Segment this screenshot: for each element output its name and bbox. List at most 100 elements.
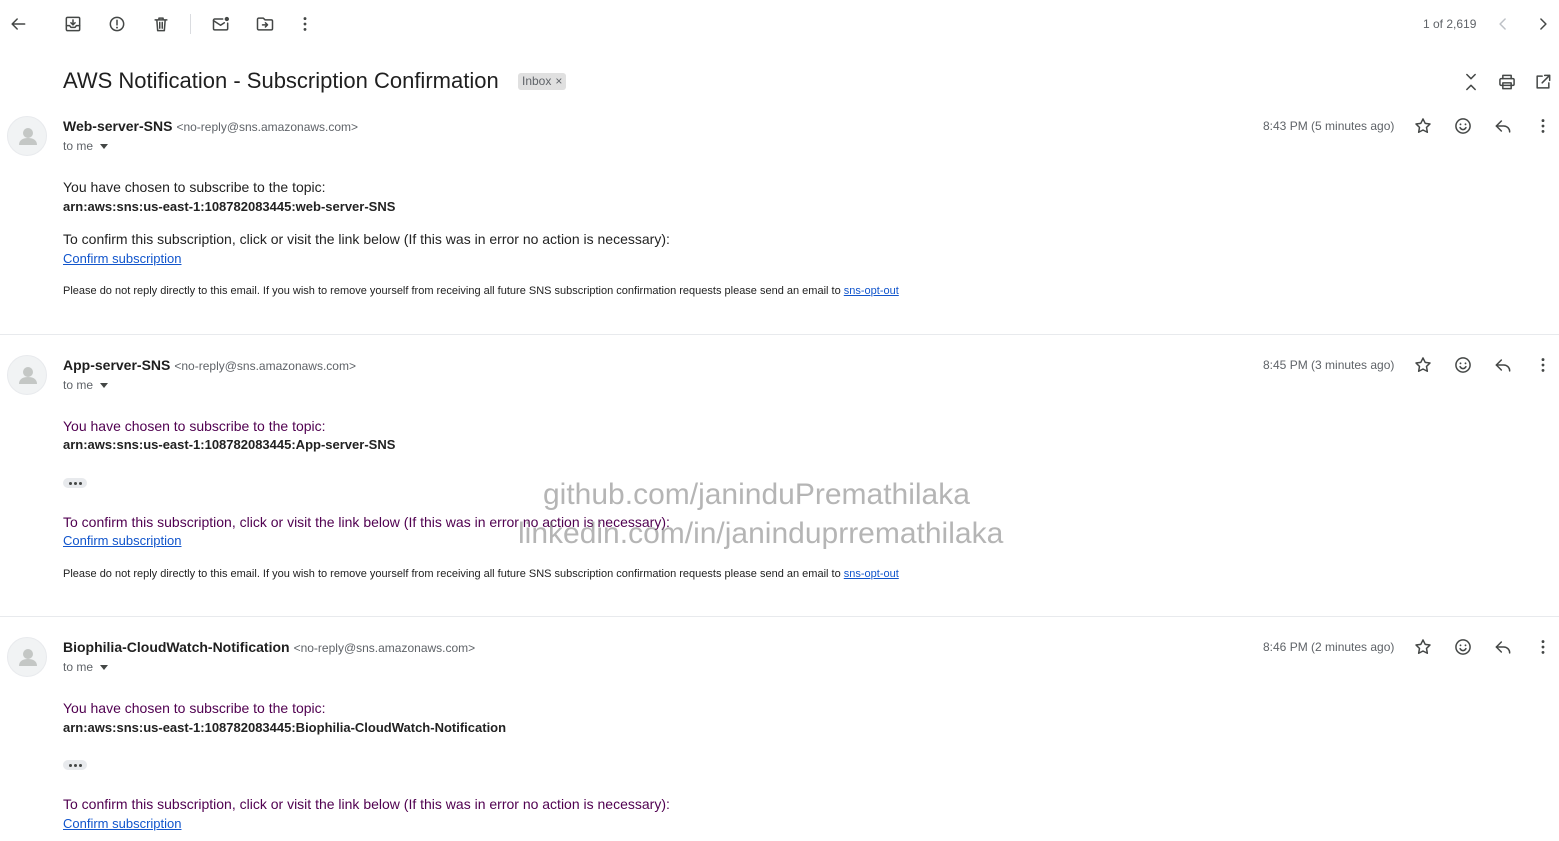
watermark-github: github.com/janinduPremathilaka (543, 478, 970, 511)
recipient-text: to me (63, 378, 94, 392)
move-to-icon (256, 17, 274, 31)
opt-out-link[interactable]: sns-opt-out (844, 285, 899, 297)
star-button[interactable] (1411, 353, 1435, 377)
caret-down-icon (100, 665, 109, 670)
emoji-reaction-button[interactable] (1451, 353, 1475, 377)
message-more-button[interactable] (1531, 114, 1555, 138)
sender-email: <no-reply@sns.amazonaws.com> (174, 359, 356, 373)
mark-unread-button[interactable] (209, 12, 233, 36)
more-vert-icon (1541, 119, 1545, 133)
dot (68, 763, 72, 767)
reply-button[interactable] (1491, 114, 1515, 138)
recipient-details-toggle[interactable]: to me (63, 378, 109, 392)
dot (68, 481, 72, 485)
newer-button[interactable] (1491, 12, 1515, 36)
print-icon (1499, 74, 1515, 90)
topic-arn: arn:aws:sns:us-east-1:108782083445:App-s… (63, 437, 396, 452)
chevron-right-icon (1540, 18, 1547, 30)
toolbar-divider (190, 14, 191, 34)
older-button[interactable] (1531, 12, 1555, 36)
open-new-window-icon (1536, 74, 1551, 89)
star-icon (1415, 118, 1431, 133)
print-button[interactable] (1495, 70, 1519, 94)
collapse-all-icon (1466, 73, 1476, 91)
dot (78, 763, 82, 767)
reply-button[interactable] (1491, 635, 1515, 659)
caret-down-icon (100, 144, 109, 149)
confirm-subscription-link[interactable]: Confirm subscription (63, 816, 182, 831)
message-timestamp: 8:46 PM (2 minutes ago) (1263, 640, 1395, 654)
emoji-reaction-button[interactable] (1451, 635, 1475, 659)
star-button[interactable] (1411, 114, 1435, 138)
back-button[interactable] (6, 12, 30, 36)
more-vert-icon (1541, 358, 1545, 372)
recipient-details-toggle[interactable]: to me (63, 139, 109, 153)
body-line: To confirm this subscription, click or v… (63, 796, 670, 812)
body-line: To confirm this subscription, click or v… (63, 231, 670, 247)
reply-icon (1495, 120, 1511, 133)
sender-name[interactable]: Biophilia-CloudWatch-Notification (63, 639, 290, 655)
collapse-all-button[interactable] (1459, 70, 1483, 94)
topic-arn: arn:aws:sns:us-east-1:108782083445:web-s… (63, 199, 396, 214)
sender-line: App-server-SNS <no-reply@sns.amazonaws.co… (63, 357, 356, 375)
message-more-button[interactable] (1531, 353, 1555, 377)
message-timestamp: 8:45 PM (3 minutes ago) (1263, 358, 1395, 372)
sender-email: <no-reply@sns.amazonaws.com> (293, 641, 476, 655)
inbox-label-chip[interactable]: Inbox × (518, 73, 567, 90)
sender-avatar[interactable] (7, 116, 47, 156)
footer-note: Please do not reply directly to this ema… (63, 285, 899, 297)
reply-icon (1495, 359, 1511, 372)
more-options-button[interactable] (293, 12, 317, 36)
reply-button[interactable] (1491, 353, 1515, 377)
body-line: You have chosen to subscribe to the topi… (63, 179, 326, 195)
message-separator (0, 334, 1559, 335)
body-line: You have chosen to subscribe to the topi… (63, 700, 326, 716)
emoji-reaction-button[interactable] (1451, 114, 1475, 138)
person-icon (19, 128, 37, 145)
sender-line: Biophilia-CloudWatch-Notification <no-rep… (63, 639, 475, 657)
mark-unread-icon (212, 16, 229, 31)
trash-icon (154, 17, 168, 32)
label-text: Inbox (522, 74, 552, 88)
archive-button[interactable] (61, 12, 85, 36)
sender-name[interactable]: Web-server-SNS (63, 118, 172, 134)
show-trimmed-content-button[interactable] (63, 760, 87, 770)
move-to-button[interactable] (253, 12, 277, 36)
emoji-icon (1455, 357, 1471, 373)
report-spam-button[interactable] (105, 12, 129, 36)
archive-icon (65, 16, 81, 32)
caret-down-icon (100, 383, 109, 388)
recipient-details-toggle[interactable]: to me (63, 660, 109, 674)
message-more-button[interactable] (1531, 635, 1555, 659)
sender-avatar[interactable] (7, 355, 47, 395)
recipient-text: to me (63, 139, 94, 153)
sender-email: <no-reply@sns.amazonaws.com> (176, 120, 359, 134)
footer-text: Please do not reply directly to this ema… (63, 568, 841, 580)
remove-label-icon[interactable]: × (555, 74, 562, 88)
emoji-icon (1455, 118, 1471, 134)
open-new-window-button[interactable] (1531, 70, 1555, 94)
person-icon (19, 649, 37, 666)
body-line: You have chosen to subscribe to the topi… (63, 418, 326, 434)
sender-avatar[interactable] (7, 637, 47, 677)
chevron-left-icon (1499, 18, 1506, 30)
topic-arn: arn:aws:sns:us-east-1:108782083445:Bioph… (63, 720, 507, 735)
star-icon (1415, 357, 1431, 372)
confirm-subscription-link[interactable]: Confirm subscription (63, 251, 182, 266)
footer-text: Please do not reply directly to this ema… (63, 285, 841, 297)
sender-line: Web-server-SNS <no-reply@sns.amazonaws.co… (63, 118, 358, 136)
report-spam-icon (109, 16, 125, 32)
dot (73, 763, 77, 767)
star-button[interactable] (1411, 635, 1435, 659)
delete-button[interactable] (149, 12, 173, 36)
person-icon (19, 367, 37, 384)
star-icon (1415, 639, 1431, 654)
confirm-subscription-link[interactable]: Confirm subscription (63, 533, 182, 548)
dot (78, 481, 82, 485)
sender-name[interactable]: App-server-SNS (63, 357, 170, 373)
show-trimmed-content-button[interactable] (63, 478, 87, 488)
email-subject: AWS Notification - Subscription Confirma… (63, 68, 499, 93)
dot (73, 481, 77, 485)
opt-out-link[interactable]: sns-opt-out (844, 568, 899, 580)
reply-icon (1495, 641, 1511, 654)
